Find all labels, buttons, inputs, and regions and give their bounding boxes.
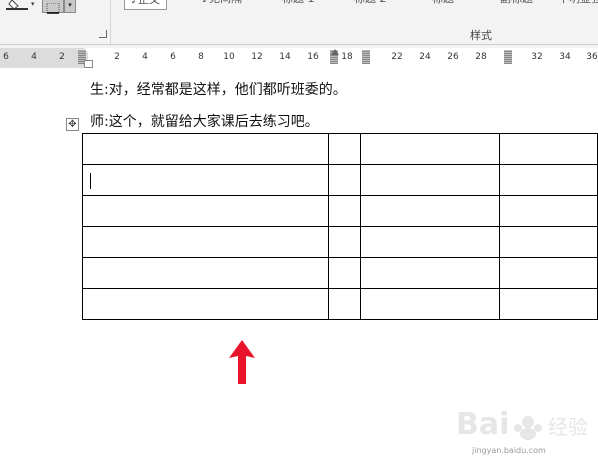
table-cell[interactable] <box>82 288 329 320</box>
ruler-tick: 14 <box>279 52 291 62</box>
ruler-tick: 10 <box>223 52 235 62</box>
paragraph-dialog-launcher-icon[interactable] <box>99 30 107 38</box>
paragraph-line-1[interactable]: 生:对，经常都是这样，他们都听班委的。 <box>90 79 347 99</box>
table-cell[interactable] <box>82 195 329 227</box>
table-cell[interactable] <box>82 226 329 258</box>
table-cell[interactable] <box>327 195 361 227</box>
styles-gallery: ♪正文 ♪无间隔 标题 1 标题 2 标题 副标题 不明显强 <box>122 0 598 10</box>
ruler-tick: 32 <box>531 52 543 62</box>
style-normal[interactable]: ♪正文 <box>124 0 168 10</box>
table-row <box>82 133 598 165</box>
table-cell[interactable] <box>327 164 361 196</box>
table-row <box>82 257 598 289</box>
table-cell[interactable] <box>327 288 361 320</box>
table-row <box>82 195 598 227</box>
ruler-tick: 2 <box>114 52 120 62</box>
svg-text:Bai: Bai <box>456 407 509 442</box>
ruler-tick: 6 <box>3 52 9 62</box>
ruler-tick: 22 <box>391 52 403 62</box>
table-cell[interactable] <box>498 133 598 165</box>
first-line-indent-marker[interactable] <box>84 48 94 54</box>
paragraph-line-2[interactable]: 师:这个，就留给大家课后去练习吧。 <box>90 111 319 131</box>
style-subtle-emphasis[interactable]: 不明显强 <box>558 0 598 8</box>
document-table[interactable] <box>82 133 598 320</box>
table-row <box>82 226 598 258</box>
table-cell[interactable] <box>82 133 329 165</box>
ruler-tick: 16 <box>307 52 319 62</box>
table-cell[interactable] <box>498 164 598 196</box>
borders-dropdown-icon[interactable]: ▾ <box>64 0 76 13</box>
table-move-handle-icon[interactable]: ✥ <box>66 118 79 131</box>
table-cell[interactable] <box>498 195 598 227</box>
table-column-marker[interactable] <box>504 50 512 64</box>
ruler-tick: 8 <box>198 52 204 62</box>
table-cell[interactable] <box>327 133 361 165</box>
text-cursor <box>90 173 91 189</box>
table-row <box>82 164 598 196</box>
shading-icon[interactable] <box>4 0 30 10</box>
ruler-tick: 12 <box>251 52 263 62</box>
table-cell[interactable] <box>327 226 361 258</box>
ruler-tick: 36 <box>586 52 598 62</box>
ruler-tick: 6 <box>170 52 176 62</box>
table-cell[interactable] <box>498 226 598 258</box>
borders-button[interactable] <box>42 0 64 14</box>
table-row <box>82 288 598 320</box>
hanging-indent-marker[interactable] <box>331 49 339 55</box>
table-cell[interactable] <box>359 133 500 165</box>
ruler-tick: 2 <box>59 52 65 62</box>
table-cell[interactable] <box>498 257 598 289</box>
styles-group-label: 样式 <box>470 29 492 42</box>
shading-dropdown-icon[interactable]: ▾ <box>31 0 39 10</box>
style-heading-2[interactable]: 标题 2 <box>354 0 387 8</box>
table-cell[interactable] <box>82 164 329 196</box>
table-cell[interactable] <box>359 226 500 258</box>
table-cell[interactable] <box>359 257 500 289</box>
red-arrow-annotation-icon <box>229 340 255 384</box>
ruler-tick: 34 <box>559 52 571 62</box>
table-cell[interactable] <box>359 195 500 227</box>
style-no-spacing[interactable]: ♪无间隔 <box>202 0 242 8</box>
ruler-tick: 4 <box>142 52 148 62</box>
table-cell[interactable] <box>82 257 329 289</box>
ruler-tick: 18 <box>341 52 353 62</box>
left-indent-marker[interactable] <box>84 60 93 68</box>
ruler-tick: 26 <box>447 52 459 62</box>
ribbon: ▾ ▾ ♪正文 ♪无间隔 标题 1 标题 2 标题 副标题 不明显强 样式 <box>0 0 598 48</box>
ribbon-border <box>0 44 598 45</box>
style-heading-1[interactable]: 标题 1 <box>282 0 315 8</box>
style-title[interactable]: 标题 <box>432 0 454 8</box>
ruler-tick: 28 <box>475 52 487 62</box>
table-cell[interactable] <box>498 288 598 320</box>
borders-icon <box>46 2 60 14</box>
table-cell[interactable] <box>359 288 500 320</box>
watermark-url: jingyan.baidu.com <box>472 446 546 455</box>
svg-text:经验: 经验 <box>548 415 588 439</box>
ruler-tick: 24 <box>419 52 431 62</box>
table-cell[interactable] <box>327 257 361 289</box>
ribbon-separator <box>110 0 111 44</box>
table-column-marker[interactable] <box>362 50 370 64</box>
ruler-tick: 4 <box>31 52 37 62</box>
style-subtitle[interactable]: 副标题 <box>500 0 533 8</box>
table-cell[interactable] <box>359 164 500 196</box>
